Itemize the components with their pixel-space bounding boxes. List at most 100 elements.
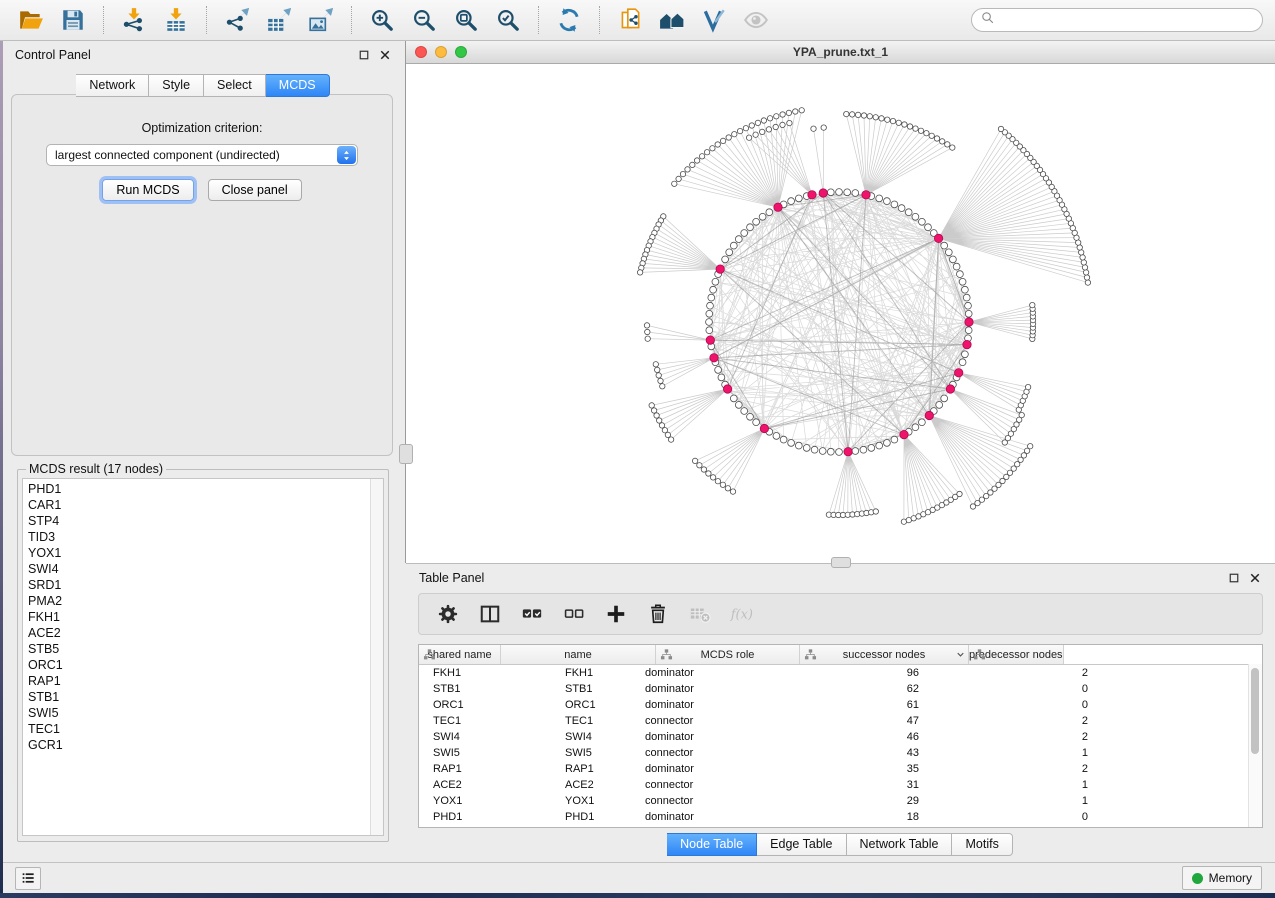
table-tab[interactable]: Edge Table	[757, 833, 846, 856]
mcds-result-node[interactable]: PHD1	[28, 481, 383, 497]
table-row[interactable]: PHD1 PHD1 dominator 18 0	[419, 809, 1262, 825]
table-mode-icon[interactable]	[435, 601, 461, 627]
vertical-splitter-handle[interactable]	[399, 444, 413, 464]
table-row[interactable]: YOX1 YOX1 connector 29 1	[419, 793, 1262, 809]
table-header-row: shared name name MCDS role	[419, 645, 1262, 665]
zoom-in-icon[interactable]	[367, 5, 397, 35]
visual-style-icon[interactable]	[699, 5, 729, 35]
mcds-result-node[interactable]: TEC1	[28, 721, 383, 737]
table-tab[interactable]: Node Table	[667, 833, 757, 856]
close-mcds-panel-button[interactable]: Close panel	[208, 179, 302, 201]
open-session-icon[interactable]	[16, 5, 46, 35]
result-scrollbar[interactable]	[370, 479, 383, 835]
network-canvas[interactable]	[406, 64, 1275, 564]
cell-name: ACE2	[550, 779, 632, 791]
cell-successor-nodes: 35	[787, 763, 931, 775]
mcds-result-node[interactable]: SWI4	[28, 561, 383, 577]
close-table-panel-icon[interactable]	[1249, 572, 1261, 584]
cell-shared-name: YOX1	[419, 795, 550, 807]
svg-text:f(x): f(x)	[730, 607, 753, 622]
close-panel-icon[interactable]	[379, 49, 391, 61]
cell-shared-name: SWI4	[419, 731, 550, 743]
memory-button[interactable]: Memory	[1182, 866, 1262, 890]
table-row[interactable]: RAP1 RAP1 dominator 35 2	[419, 761, 1262, 777]
table-scrollbar-thumb[interactable]	[1251, 668, 1259, 754]
mcds-result-node[interactable]: SWI5	[28, 705, 383, 721]
optimization-criterion-select[interactable]: largest connected component (undirected)	[46, 144, 358, 166]
column-header[interactable]: shared name	[419, 645, 501, 664]
export-network-icon[interactable]	[222, 5, 252, 35]
close-window-icon[interactable]	[415, 46, 427, 58]
unselect-all-columns-icon[interactable]	[561, 601, 587, 627]
first-neighbors-icon[interactable]	[657, 5, 687, 35]
column-header[interactable]: predecessor nodes	[969, 645, 1064, 664]
search-box[interactable]	[971, 8, 1263, 32]
mcds-result-title: MCDS result (17 nodes)	[26, 462, 166, 476]
table-row[interactable]: SWI5 SWI5 connector 43 1	[419, 745, 1262, 761]
sort-indicator-icon[interactable]	[955, 649, 966, 660]
table-tab[interactable]: Motifs	[952, 833, 1012, 856]
float-panel-icon[interactable]	[358, 49, 370, 61]
mcds-result-node[interactable]: TID3	[28, 529, 383, 545]
mcds-result-node[interactable]: YOX1	[28, 545, 383, 561]
show-column-panel-icon[interactable]	[477, 601, 503, 627]
cell-name: SWI5	[550, 747, 632, 759]
network-graph[interactable]	[406, 64, 1275, 563]
column-header[interactable]: MCDS role	[656, 645, 800, 664]
task-history-button[interactable]	[15, 867, 41, 890]
mcds-result-node[interactable]: STP4	[28, 513, 383, 529]
cell-predecessor-nodes: 0	[931, 699, 1100, 711]
column-header[interactable]: name	[501, 645, 656, 664]
horizontal-splitter-handle[interactable]	[831, 557, 851, 568]
cell-mcds-role: dominator	[632, 667, 787, 679]
select-all-columns-icon[interactable]	[519, 601, 545, 627]
cell-mcds-role: connector	[632, 747, 787, 759]
mcds-result-node[interactable]: CAR1	[28, 497, 383, 513]
cell-shared-name: STB1	[419, 683, 550, 695]
column-header[interactable]: successor nodes	[800, 645, 969, 664]
table-tab[interactable]: Network Table	[847, 833, 953, 856]
mcds-result-node[interactable]: STB1	[28, 689, 383, 705]
control-panel-tab[interactable]: MCDS	[266, 74, 330, 97]
cytoscape-window: Control Panel NetworkStyleSelectMCDS Opt…	[0, 0, 1275, 898]
maximize-window-icon[interactable]	[455, 46, 467, 58]
zoom-selected-icon[interactable]	[493, 5, 523, 35]
export-table-icon[interactable]	[264, 5, 294, 35]
zoom-fit-icon[interactable]	[451, 5, 481, 35]
mcds-result-node[interactable]: SRD1	[28, 577, 383, 593]
float-table-panel-icon[interactable]	[1228, 572, 1240, 584]
control-panel-tab[interactable]: Network	[76, 74, 149, 97]
table-row[interactable]: STB1 STB1 dominator 62 0	[419, 681, 1262, 697]
mcds-result-node[interactable]: GCR1	[28, 737, 383, 753]
minimize-window-icon[interactable]	[435, 46, 447, 58]
optimization-criterion-label: Optimization criterion:	[12, 121, 392, 135]
table-row[interactable]: ACE2 ACE2 connector 31 1	[419, 777, 1262, 793]
new-network-from-selection-icon[interactable]	[615, 5, 645, 35]
search-input[interactable]	[1000, 12, 1254, 28]
control-panel-tab[interactable]: Style	[149, 74, 204, 97]
mcds-result-node[interactable]: FKH1	[28, 609, 383, 625]
table-row[interactable]: TEC1 TEC1 connector 47 2	[419, 713, 1262, 729]
import-network-icon[interactable]	[119, 5, 149, 35]
zoom-out-icon[interactable]	[409, 5, 439, 35]
mcds-result-node[interactable]: PMA2	[28, 593, 383, 609]
mcds-result-node[interactable]: ORC1	[28, 657, 383, 673]
save-session-icon[interactable]	[58, 5, 88, 35]
mcds-result-node[interactable]: ACE2	[28, 625, 383, 641]
table-scrollbar[interactable]	[1248, 664, 1262, 827]
mcds-result-node[interactable]: STB5	[28, 641, 383, 657]
import-table-icon[interactable]	[161, 5, 191, 35]
cell-predecessor-nodes: 2	[931, 667, 1100, 679]
select-stepper-icon	[337, 146, 356, 164]
create-column-icon[interactable]	[603, 601, 629, 627]
run-mcds-button[interactable]: Run MCDS	[102, 179, 193, 201]
table-row[interactable]: ORC1 ORC1 dominator 61 0	[419, 697, 1262, 713]
control-panel-tab[interactable]: Select	[204, 74, 266, 97]
export-image-icon[interactable]	[306, 5, 336, 35]
apply-preferred-layout-icon[interactable]	[554, 5, 584, 35]
mcds-result-node[interactable]: RAP1	[28, 673, 383, 689]
delete-columns-icon[interactable]	[645, 601, 671, 627]
table-row[interactable]: SWI4 SWI4 dominator 46 2	[419, 729, 1262, 745]
table-row[interactable]: FKH1 FKH1 dominator 96 2	[419, 665, 1262, 681]
table-panel-header: Table Panel	[405, 565, 1275, 591]
